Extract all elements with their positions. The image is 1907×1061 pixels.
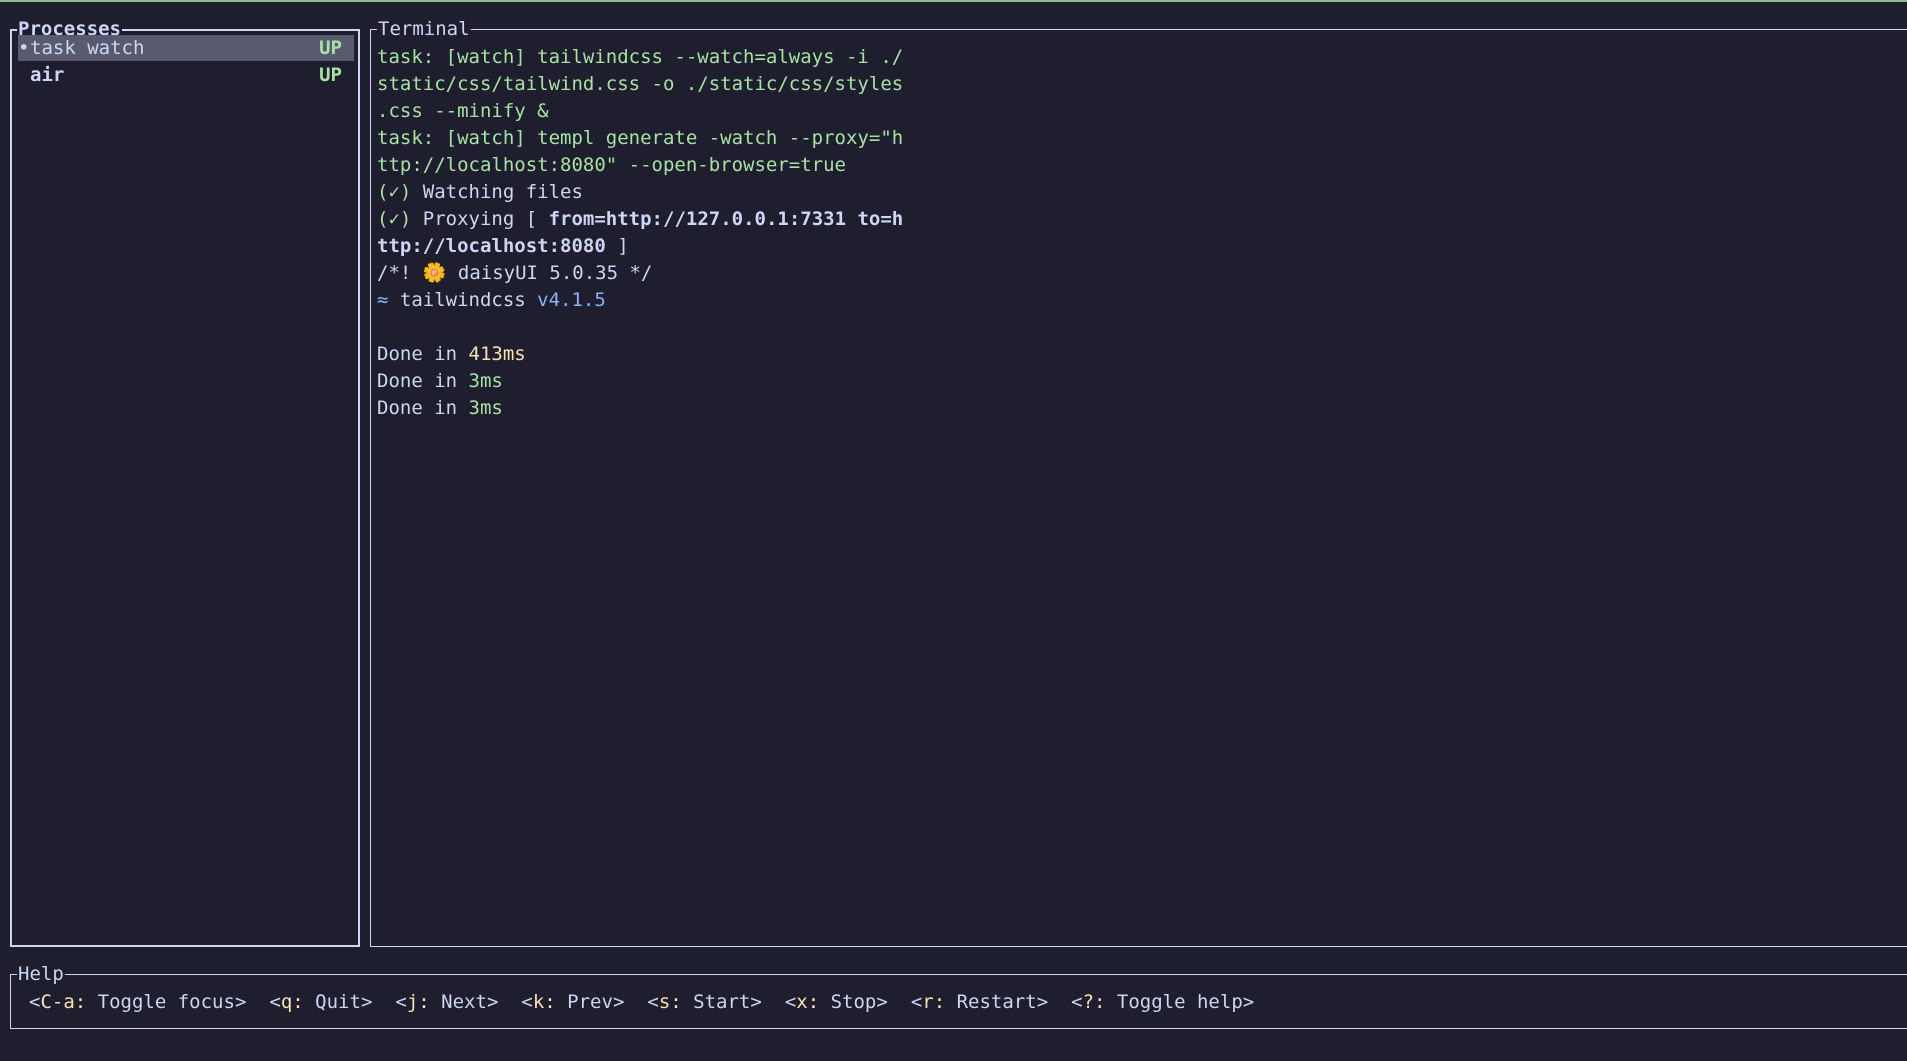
terminal-text-segment: (✓) — [377, 208, 412, 230]
help-hints: <C-a: Toggle focus> <q: Quit> <j: Next> <k:… — [29, 989, 1277, 1016]
process-item-task-watch[interactable]: • task watch UP — [18, 35, 354, 61]
terminal-text-segment: (✓) — [377, 181, 412, 203]
terminal-line: ttp://localhost:8080 ] — [377, 233, 903, 260]
process-status: UP — [319, 37, 342, 59]
terminal-line: /*! 🌼 daisyUI 5.0.35 */ — [377, 260, 903, 287]
terminal-text-segment: task: [watch] tailwindcss --watch=always… — [377, 46, 904, 68]
terminal-text-segment: ≈ — [377, 289, 400, 311]
process-status: UP — [319, 64, 342, 86]
help-hint-label: Start — [681, 991, 751, 1013]
help-hint-label: Quit — [303, 991, 361, 1013]
help-hint-label: Toggle help — [1105, 991, 1243, 1013]
help-hint-key: ?: — [1082, 991, 1106, 1013]
terminal-text-segment: daisyUI 5.0.35 */ — [446, 262, 653, 284]
terminal-text-segment: Done in — [377, 397, 469, 419]
help-hint-label: Stop — [819, 991, 877, 1013]
terminal-text-segment: ttp://localhost:8080" --open-browser=tru… — [377, 154, 846, 176]
help-hint-label: Next — [429, 991, 487, 1013]
terminal-text-segment: from=http://127.0.0.1:7331 to=h — [548, 208, 904, 230]
help-hint-start: <s: Start> — [647, 991, 762, 1013]
terminal-text-segment: v4.1.5 — [537, 289, 606, 311]
terminal-line: task: [watch] templ generate -watch --pr… — [377, 125, 903, 152]
terminal-line: Done in 3ms — [377, 368, 903, 395]
process-name: task watch — [30, 37, 145, 59]
terminal-line: (✓) Watching files — [377, 179, 903, 206]
terminal-text-segment: Done in — [377, 343, 469, 365]
terminal-text-segment: 3ms — [468, 370, 503, 392]
help-hint-label: Prev — [555, 991, 613, 1013]
terminal-text-segment: .css --minify & — [377, 100, 549, 122]
terminal-text-segment: tailwindcss — [399, 289, 538, 311]
terminal-text-segment: ttp://localhost:8080 — [377, 235, 606, 257]
selected-bullet-icon: • — [18, 37, 30, 59]
help-hint-key: C-a: — [40, 991, 87, 1013]
terminal-line: Done in 413ms — [377, 341, 903, 368]
help-hint-key: r: — [922, 991, 946, 1013]
terminal-text-segment: /*! — [377, 262, 423, 284]
help-hint-key: s: — [658, 991, 682, 1013]
help-hint-label: Toggle focus — [86, 991, 235, 1013]
terminal-text-segment: 413ms — [468, 343, 526, 365]
terminal-text-segment: Watching files — [411, 181, 583, 203]
terminal-line: ≈ tailwindcss v4.1.5 — [377, 287, 903, 314]
terminal-text-segment: task: [watch] templ generate -watch --pr… — [377, 127, 904, 149]
terminal-line: ttp://localhost:8080" --open-browser=tru… — [377, 152, 903, 179]
process-name: air — [30, 64, 65, 86]
terminal-line: .css --minify & — [377, 98, 903, 125]
terminal-line: task: [watch] tailwindcss --watch=always… — [377, 44, 903, 71]
help-hint-quit: <q: Quit> — [269, 991, 373, 1013]
top-status-line — [0, 0, 1907, 2]
process-item-air[interactable]: air UP — [18, 62, 354, 88]
terminal-text-segment: Done in — [377, 370, 469, 392]
help-hint-prev: <k: Prev> — [521, 991, 625, 1013]
terminal-line: (✓) Proxying [ from=http://127.0.0.1:733… — [377, 206, 903, 233]
help-hint-toggle-help: <?: Toggle help> — [1071, 991, 1255, 1013]
help-hint-key: q: — [280, 991, 304, 1013]
terminal-panel[interactable]: Terminal task: [watch] tailwindcss --wat… — [370, 16, 1907, 947]
help-hint-key: j: — [406, 991, 430, 1013]
help-hint-key: k: — [532, 991, 556, 1013]
terminal-text-segment: Proxying [ — [411, 208, 549, 230]
terminal-line: Done in 3ms — [377, 395, 903, 422]
help-hint-restart: <r: Restart> — [910, 991, 1049, 1013]
processes-panel[interactable]: Processes • task watch UP air UP — [10, 16, 360, 947]
help-hint-next: <j: Next> — [395, 991, 499, 1013]
help-panel-title: Help — [17, 961, 65, 987]
terminal-text-segment: 3ms — [468, 397, 503, 419]
help-hint-stop: <x: Stop> — [784, 991, 888, 1013]
terminal-panel-title: Terminal — [377, 16, 471, 42]
help-hint-key: x: — [796, 991, 820, 1013]
help-hint-label: Restart — [945, 991, 1037, 1013]
help-panel: Help <C-a: Toggle focus> <q: Quit> <j: Nex… — [10, 961, 1907, 1029]
terminal-text-segment: static/css/tailwind.css -o ./static/css/… — [377, 73, 904, 95]
terminal-output: task: [watch] tailwindcss --watch=always… — [377, 44, 903, 422]
help-hint-toggle-focus: <C-a: Toggle focus> — [29, 991, 247, 1013]
terminal-text-segment: 🌼 — [422, 262, 447, 284]
terminal-text-segment: ] — [605, 235, 629, 257]
terminal-line: static/css/tailwind.css -o ./static/css/… — [377, 71, 903, 98]
